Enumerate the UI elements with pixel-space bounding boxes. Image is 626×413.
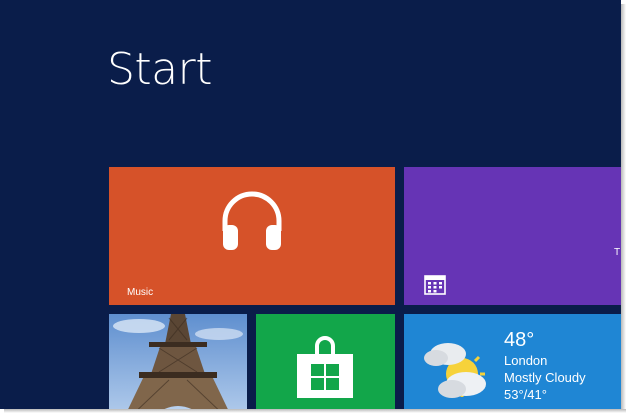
frame-shadow-right [621, 4, 626, 413]
tile-photos[interactable] [109, 314, 247, 409]
calendar-icon [424, 275, 446, 295]
weather-condition: Mostly Cloudy [504, 370, 586, 385]
tile-music-label: Music [127, 287, 154, 298]
tile-store[interactable] [256, 314, 395, 409]
tile-calendar[interactable]: T [404, 167, 621, 305]
tile-weather[interactable]: 48° London Mostly Cloudy 53°/41° [404, 314, 621, 409]
frame-shadow-bottom [4, 409, 626, 413]
weather-city: London [504, 353, 548, 368]
weather-details: 48° London Mostly Cloudy 53°/41° [504, 328, 586, 403]
weather-temperature: 48° [504, 329, 535, 351]
tile-music[interactable]: Music [109, 167, 395, 305]
eiffel-tower-photo [109, 314, 247, 409]
calendar-peek-text: T [614, 247, 621, 258]
headphones-icon [222, 191, 282, 250]
store-bag-icon [297, 336, 353, 398]
start-screen: Start Music T 48° London Mostly Cloudy 5… [0, 0, 621, 409]
page-title: Start [107, 44, 213, 95]
weather-range: 53°/41° [504, 387, 547, 402]
partly-cloudy-icon [424, 343, 486, 398]
